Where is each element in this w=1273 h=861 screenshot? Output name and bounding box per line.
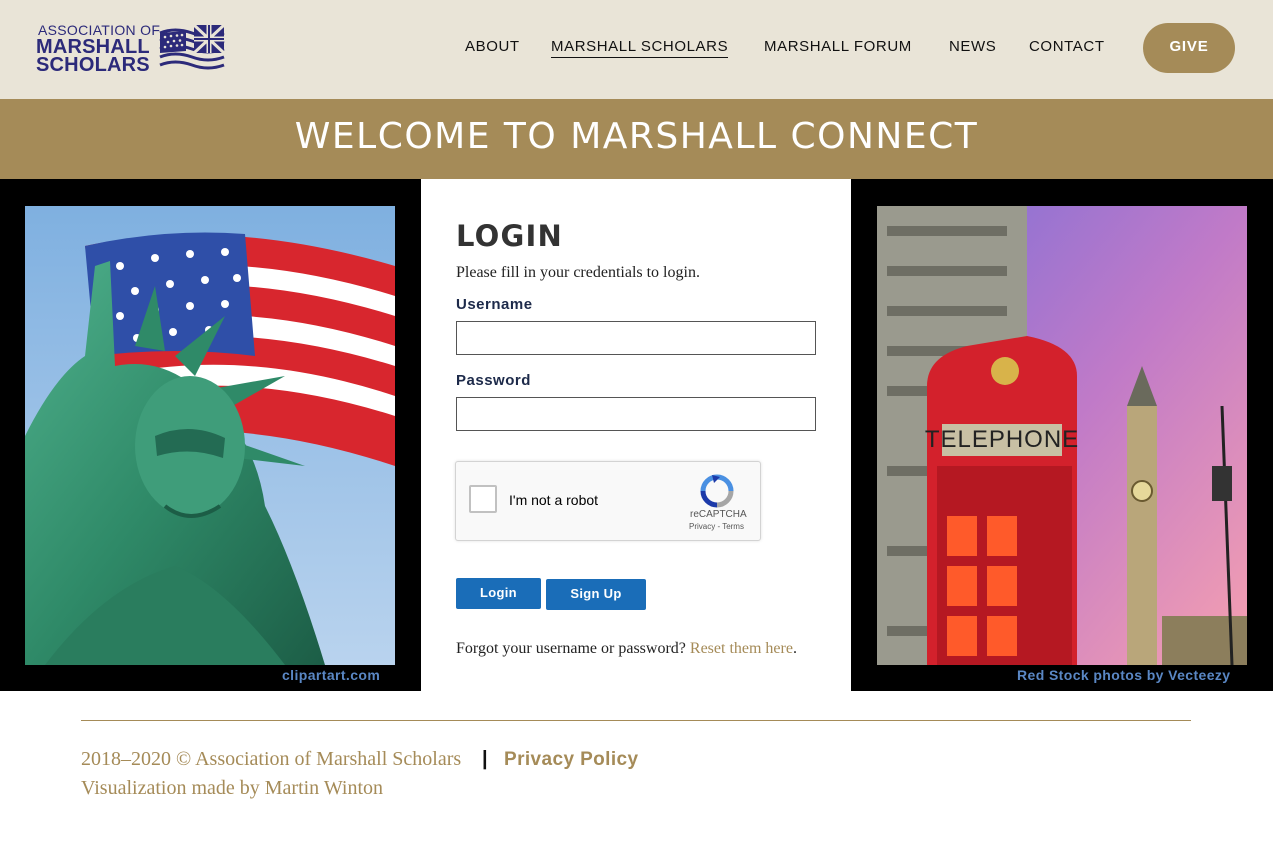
banner-title: WELCOME TO MARSHALL CONNECT (294, 116, 979, 157)
left-photo-credit[interactable]: clipartart.com (282, 667, 380, 683)
london-phone-booth-photo-icon: TELEPHONE (877, 206, 1247, 665)
nav-contact[interactable]: CONTACT (1029, 38, 1105, 55)
nav-about[interactable]: ABOUT (465, 38, 520, 55)
give-button[interactable]: GIVE (1143, 23, 1235, 73)
login-description: Please fill in your credentials to login… (456, 264, 700, 281)
flags-logo-icon (159, 23, 226, 70)
footer-separator: | (482, 748, 488, 770)
site-logo[interactable]: ASSOCIATION OF MARSHALL SCHOLARS (36, 22, 226, 76)
logo-line-3: SCHOLARS (36, 54, 150, 76)
reset-password-link[interactable]: Reset them here (690, 640, 793, 657)
svg-text:TELEPHONE: TELEPHONE (925, 426, 1079, 453)
nav-marshall-scholars[interactable]: MARSHALL SCHOLARS (551, 38, 729, 58)
footer-divider (81, 720, 1191, 721)
forgot-period: . (792, 640, 797, 657)
recaptcha-widget: I'm not a robot reCAPTCHA Privacy - Term… (455, 461, 761, 541)
footer-visualization-credit: Visualization made by Martin Winton (81, 777, 384, 799)
recaptcha-links[interactable]: Privacy - Terms (689, 522, 744, 531)
password-label: Password (456, 372, 531, 389)
recaptcha-logo-icon (700, 474, 734, 508)
login-panel: LOGIN Please fill in your credentials to… (421, 179, 851, 691)
right-photo-credit[interactable]: Red Stock photos by Vecteezy (1017, 667, 1230, 683)
forgot-password-text: Forgot your username or password? (456, 640, 686, 657)
recaptcha-checkbox[interactable] (469, 485, 497, 513)
login-title: LOGIN (456, 219, 563, 253)
recaptcha-label: I'm not a robot (509, 492, 599, 508)
content-band: clipartart.com LOGIN Please fill in your… (0, 179, 1273, 691)
privacy-policy-link[interactable]: Privacy Policy (504, 749, 638, 771)
london-phone-booth-image: TELEPHONE (877, 206, 1247, 665)
username-label: Username (456, 296, 533, 313)
login-button[interactable]: Login (456, 578, 541, 609)
recaptcha-brand: reCAPTCHA (690, 509, 747, 520)
nav-news[interactable]: NEWS (949, 38, 996, 55)
site-header: ASSOCIATION OF MARSHALL SCHOLARS ABOUT M… (0, 0, 1273, 99)
signup-button[interactable]: Sign Up (546, 579, 646, 610)
forgot-password-line: Forgot your username or password? Reset … (456, 640, 797, 658)
footer-copyright: 2018–2020 © Association of Marshall Scho… (81, 748, 462, 770)
statue-of-liberty-image (25, 206, 395, 665)
nav-marshall-forum[interactable]: MARSHALL FORUM (764, 38, 912, 55)
welcome-banner: WELCOME TO MARSHALL CONNECT (0, 99, 1273, 179)
statue-of-liberty-photo-icon (25, 206, 395, 665)
username-input[interactable] (456, 321, 816, 355)
password-input[interactable] (456, 397, 816, 431)
